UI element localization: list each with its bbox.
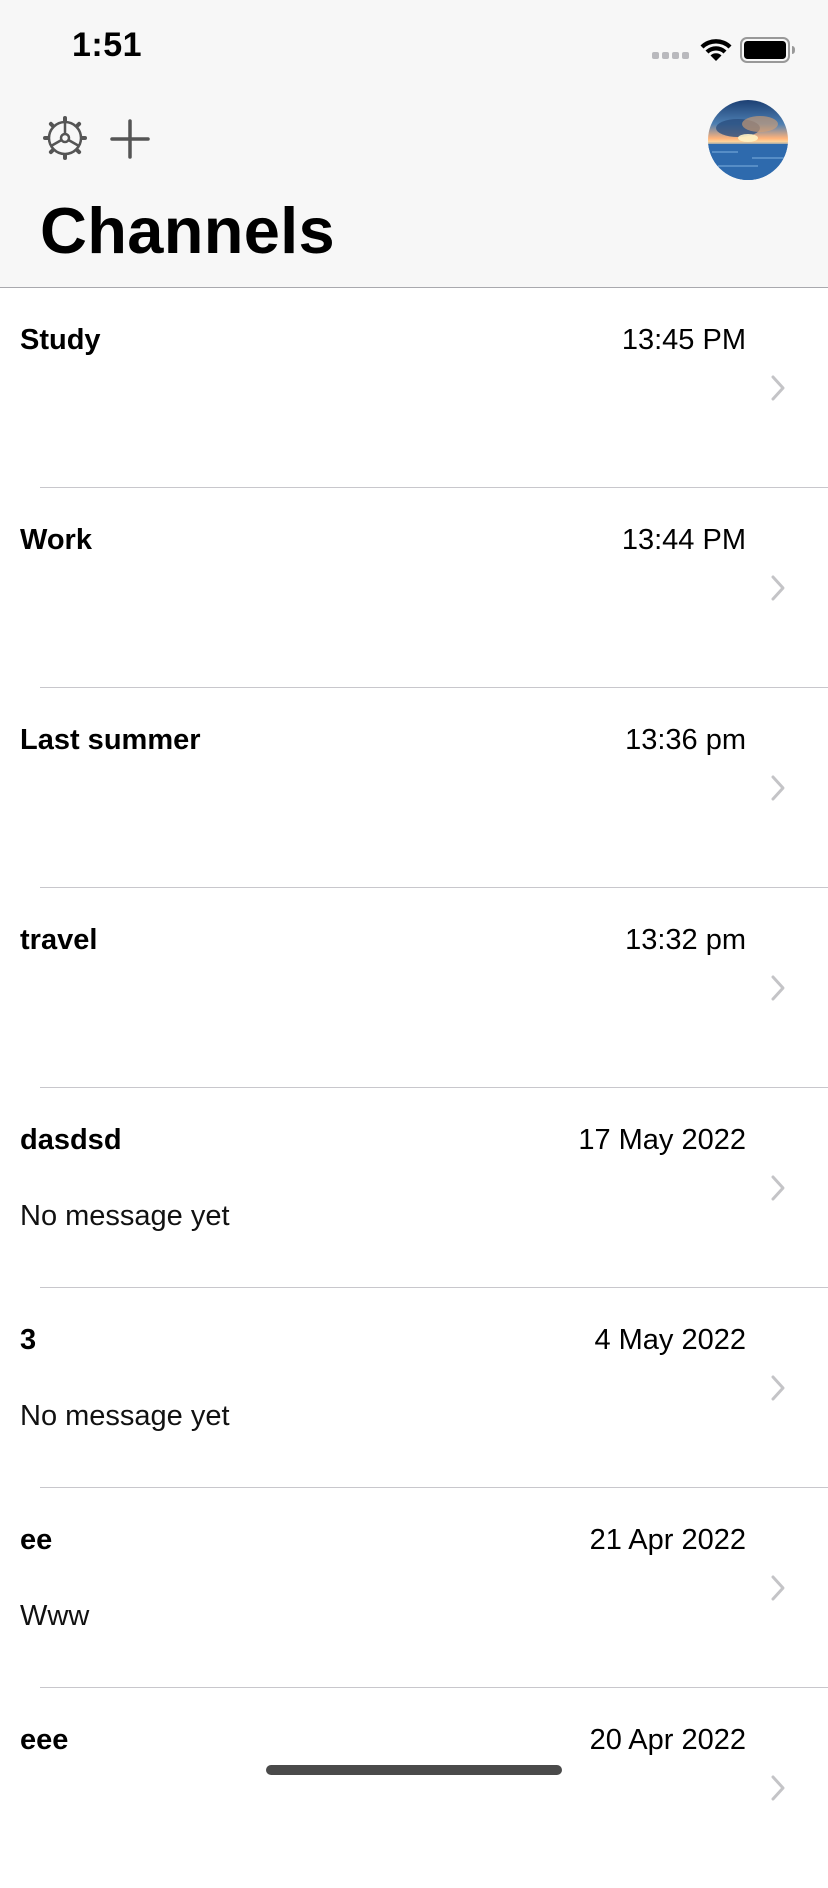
channel-timestamp: 20 Apr 2022 <box>589 1724 746 1756</box>
chevron-right-icon <box>771 575 785 601</box>
channel-row[interactable]: dasdsd 17 May 2022 No message yet <box>0 1088 828 1288</box>
channel-last-message: Www <box>20 1600 90 1632</box>
chevron-right-icon <box>771 1375 785 1401</box>
channel-row[interactable]: 3 4 May 2022 No message yet <box>0 1288 828 1488</box>
channel-name: Last summer <box>20 724 201 756</box>
channel-name: Work <box>20 524 92 556</box>
channel-last-message: No message yet <box>20 1400 230 1432</box>
channel-row[interactable]: ee 21 Apr 2022 Www <box>0 1488 828 1688</box>
channel-row[interactable]: Study 13:45 PM <box>0 288 828 488</box>
channel-row[interactable]: travel 13:32 pm <box>0 888 828 1088</box>
home-indicator[interactable] <box>266 1765 562 1775</box>
channel-name: travel <box>20 924 98 956</box>
channel-timestamp: 13:44 PM <box>621 524 746 556</box>
navigation-header: 1:51 Channels <box>0 0 828 288</box>
channel-row[interactable]: eee 20 Apr 2022 <box>0 1688 828 1888</box>
channel-name: ee <box>20 1524 53 1556</box>
avatar[interactable] <box>708 100 788 180</box>
channel-name: Study <box>20 324 101 356</box>
channel-timestamp: 21 Apr 2022 <box>589 1524 746 1556</box>
chevron-right-icon <box>771 1175 785 1201</box>
cellular-signal-icon <box>652 52 689 59</box>
channel-timestamp: 13:45 PM <box>621 324 746 356</box>
battery-icon <box>740 37 795 63</box>
channel-timestamp: 13:32 pm <box>625 924 746 956</box>
chevron-right-icon <box>771 775 785 801</box>
chevron-right-icon <box>771 975 785 1001</box>
channel-timestamp: 4 May 2022 <box>594 1324 746 1356</box>
channel-timestamp: 17 May 2022 <box>578 1124 746 1156</box>
status-bar-time: 1:51 <box>72 26 143 64</box>
chevron-right-icon <box>771 1775 785 1801</box>
wifi-icon <box>700 39 732 61</box>
channel-row[interactable]: Last summer 13:36 pm <box>0 688 828 888</box>
gear-icon[interactable] <box>42 115 88 161</box>
chevron-right-icon <box>771 1575 785 1601</box>
chevron-right-icon <box>771 375 785 401</box>
plus-icon[interactable] <box>110 119 150 159</box>
channel-name: dasdsd <box>20 1124 122 1156</box>
channel-name: eee <box>20 1724 69 1756</box>
page-title: Channels <box>40 194 335 267</box>
channel-list: Study 13:45 PM Work 13:44 PM Last summer… <box>0 288 828 1888</box>
channel-timestamp: 13:36 pm <box>625 724 746 756</box>
channel-name: 3 <box>20 1324 37 1356</box>
channel-row[interactable]: Work 13:44 PM <box>0 488 828 688</box>
channel-last-message: No message yet <box>20 1200 230 1232</box>
